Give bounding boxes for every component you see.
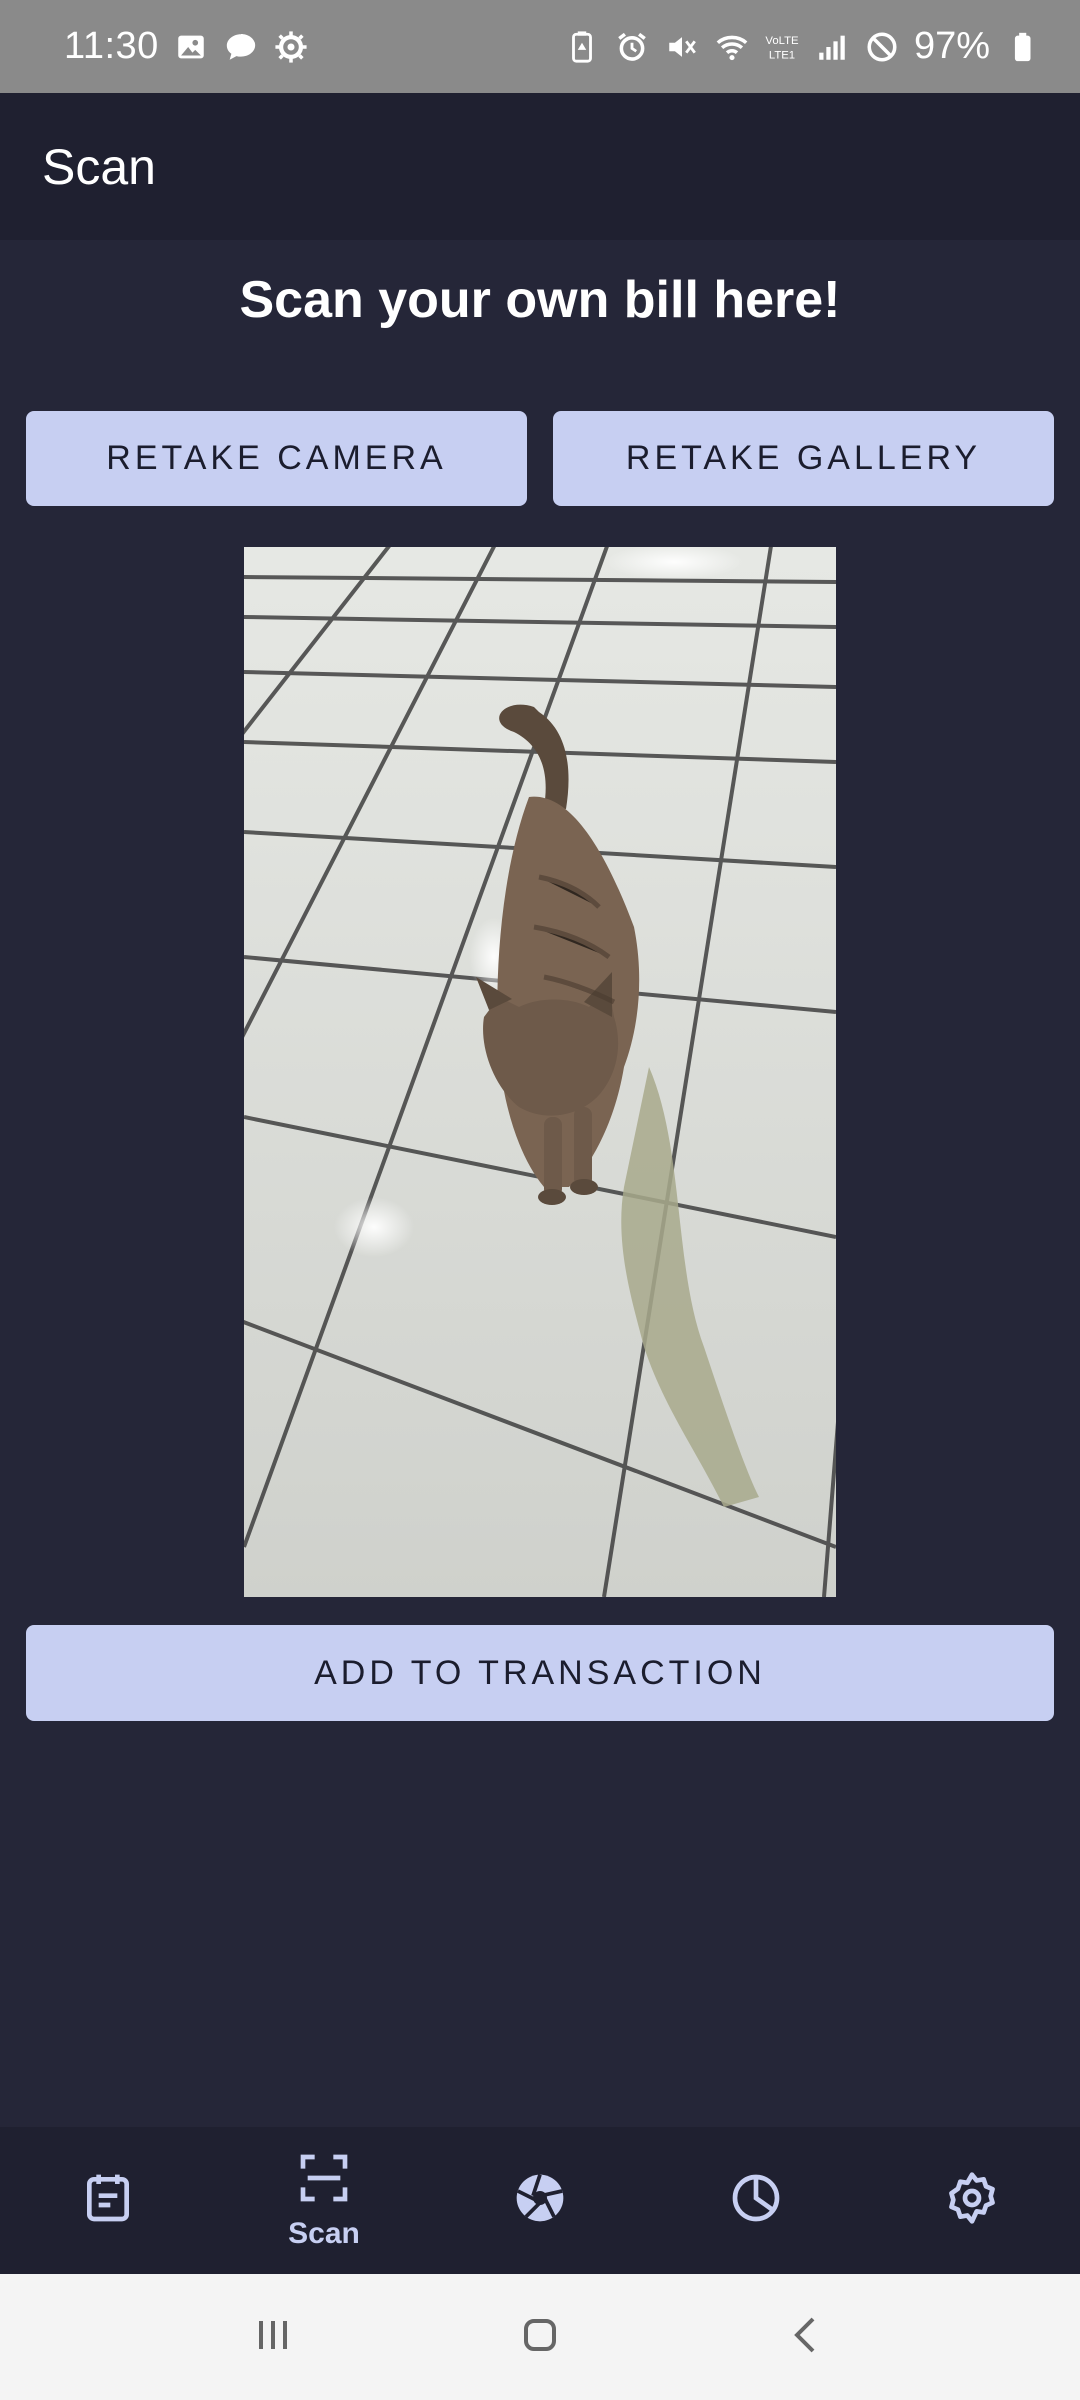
retake-camera-button[interactable]: RETAKE CAMERA [26, 411, 527, 506]
status-right: VoLTE LTE1 97% [564, 25, 1040, 68]
status-bar: 11:30 VoLTE LTE1 97% [0, 0, 1080, 93]
svg-text:VoLTE: VoLTE [765, 35, 799, 47]
battery-icon [1004, 29, 1040, 65]
nav-item-camera[interactable] [432, 2127, 648, 2274]
volte-icon: VoLTE LTE1 [764, 29, 800, 65]
chat-bubble-icon [223, 29, 259, 65]
settings-gear-icon [273, 29, 309, 65]
scan-heading: Scan your own bill here! [239, 271, 841, 329]
status-time: 11:30 [64, 25, 159, 67]
recent-apps-icon[interactable] [249, 2311, 297, 2364]
nav-label-scan: Scan [288, 2217, 360, 2250]
signal-icon [814, 29, 850, 65]
nav-item-settings[interactable] [864, 2127, 1080, 2274]
home-icon[interactable] [516, 2311, 564, 2364]
battery-saver-icon [564, 29, 600, 65]
nav-item-statistics[interactable] [648, 2127, 864, 2274]
retake-gallery-button[interactable]: RETAKE GALLERY [553, 411, 1054, 506]
nav-item-notes[interactable] [0, 2127, 216, 2274]
scanned-photo-preview [244, 547, 836, 1597]
mute-icon [664, 29, 700, 65]
settings-icon [944, 2170, 1000, 2231]
add-to-transaction-button[interactable]: ADD TO TRANSACTION [26, 1625, 1054, 1721]
alarm-icon [614, 29, 650, 65]
camera-shutter-icon [512, 2170, 568, 2231]
do-not-disturb-icon [864, 29, 900, 65]
back-icon[interactable] [783, 2311, 831, 2364]
svg-text:LTE1: LTE1 [769, 49, 795, 61]
notes-icon [80, 2170, 136, 2231]
scan-icon [296, 2150, 352, 2211]
status-left: 11:30 [64, 25, 309, 68]
nav-item-scan[interactable]: Scan [216, 2127, 432, 2274]
battery-percentage: 97% [913, 25, 990, 67]
page-title: Scan [42, 138, 156, 195]
image-icon [173, 29, 209, 65]
pie-chart-icon [728, 2170, 784, 2231]
wifi-icon [714, 29, 750, 65]
app-bar: Scan [0, 93, 1080, 240]
bottom-navigation: Scan [0, 2127, 1080, 2274]
system-navigation-bar [0, 2274, 1080, 2400]
